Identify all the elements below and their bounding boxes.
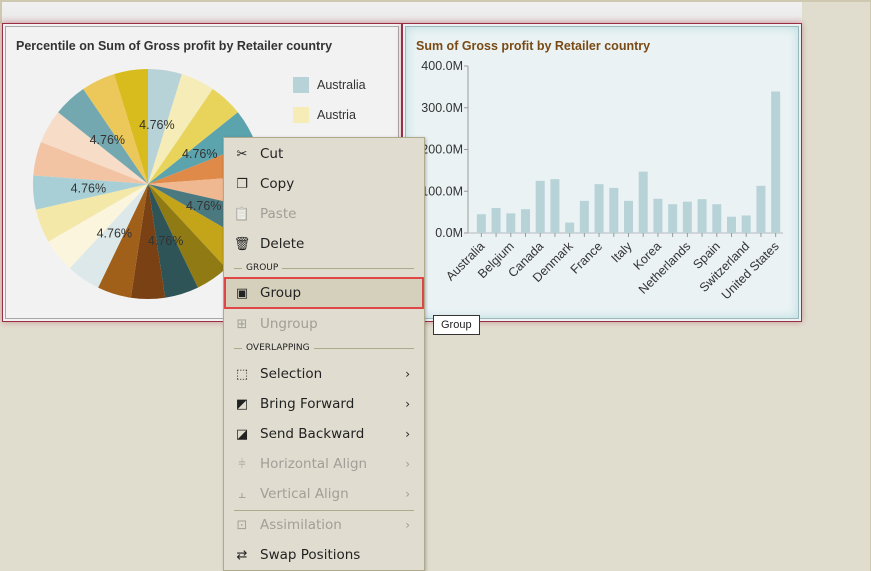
bar xyxy=(624,200,633,233)
section-header-overlapping: OVERLAPPING xyxy=(234,343,414,353)
bar xyxy=(550,179,560,233)
menu-label: Swap Positions xyxy=(260,547,361,563)
menu-label: Bring Forward xyxy=(260,396,355,412)
legend-swatch xyxy=(293,107,309,123)
copy-icon: ❐ xyxy=(236,176,248,192)
pie-data-label: 4.76% xyxy=(71,181,106,195)
menu-label: Paste xyxy=(260,206,297,222)
bar xyxy=(638,171,648,233)
menu-label: Selection xyxy=(260,366,323,382)
bar xyxy=(579,200,589,233)
bar xyxy=(682,201,692,233)
legend-label: Australia xyxy=(317,78,366,92)
menu-label: Group xyxy=(260,285,302,301)
bar-chart: 0.0M100.0M200.0M300.0M400.0MAustraliaBel… xyxy=(421,59,783,302)
chevron-right-icon: › xyxy=(405,367,410,381)
canvas-top-bar xyxy=(0,0,802,24)
chevron-right-icon: › xyxy=(405,487,410,501)
chevron-right-icon: › xyxy=(405,397,410,411)
menu-item-assimilation[interactable]: ⊡ Assimilation › xyxy=(224,510,424,540)
y-tick-label: 400.0M xyxy=(421,59,463,73)
pie-data-label: 4.76% xyxy=(186,199,221,213)
menu-item-horizontal-align[interactable]: ⫩ Horizontal Align › xyxy=(224,449,424,479)
chevron-right-icon: › xyxy=(405,457,410,471)
menu-item-vertical-align[interactable]: ⫠ Vertical Align › xyxy=(224,479,424,509)
bar xyxy=(594,184,604,233)
pie-data-label: 4.76% xyxy=(97,226,132,240)
menu-label: Send Backward xyxy=(260,426,365,442)
bar xyxy=(535,180,545,233)
menu-item-swap-positions[interactable]: ⇄ Swap Positions xyxy=(224,540,424,570)
menu-label: Cut xyxy=(260,146,284,162)
pie-data-label: 4.76% xyxy=(139,118,174,132)
assimilation-icon: ⊡ xyxy=(236,517,248,533)
bar-chart-widget[interactable]: Sum of Gross profit by Retailer country … xyxy=(402,23,802,322)
menu-label: Ungroup xyxy=(260,316,318,332)
tooltip: Group xyxy=(433,315,480,335)
context-menu: ✂ Cut ❐ Copy 📋 Paste 🗑 Delete GROUP ▣ Group ⊞… xyxy=(223,137,425,571)
pie-data-label: 4.76% xyxy=(148,234,183,248)
legend-item-austria[interactable]: Austria xyxy=(293,107,356,123)
swap-icon: ⇄ xyxy=(236,547,248,563)
ungroup-icon: ⊞ xyxy=(236,316,248,332)
bar xyxy=(771,91,781,233)
bar xyxy=(668,204,678,233)
section-header-group: GROUP xyxy=(234,263,414,273)
menu-label: Delete xyxy=(260,236,305,252)
menu-label: Vertical Align xyxy=(260,486,349,502)
menu-item-cut[interactable]: ✂ Cut xyxy=(224,139,424,169)
menu-item-group[interactable]: ▣ Group xyxy=(224,277,424,309)
menu-item-send-backward[interactable]: ◪ Send Backward › xyxy=(224,419,424,449)
bar xyxy=(565,222,575,233)
scissors-icon: ✂ xyxy=(236,146,248,162)
group-icon: ▣ xyxy=(235,285,249,301)
bar xyxy=(727,216,736,233)
menu-item-delete[interactable]: 🗑 Delete xyxy=(224,229,424,259)
bar xyxy=(697,199,707,233)
pie-data-label: 4.76% xyxy=(182,147,217,161)
legend-swatch xyxy=(293,77,309,93)
y-tick-label: 100.0M xyxy=(421,184,463,198)
send-backward-icon: ◪ xyxy=(235,426,249,442)
chevron-right-icon: › xyxy=(405,518,410,532)
vertical-align-icon: ⫠ xyxy=(238,486,246,502)
selection-icon: ⬚ xyxy=(235,366,249,382)
menu-item-copy[interactable]: ❐ Copy xyxy=(224,169,424,199)
legend-label: Austria xyxy=(317,108,356,122)
canvas-side-area xyxy=(802,0,871,571)
bar xyxy=(712,204,722,233)
bar xyxy=(653,198,663,233)
trash-icon: 🗑 xyxy=(233,236,251,252)
menu-item-ungroup[interactable]: ⊞ Ungroup xyxy=(224,309,424,339)
legend-item-australia[interactable]: Australia xyxy=(293,77,366,93)
bar xyxy=(609,187,619,233)
bar xyxy=(756,185,766,233)
bring-forward-icon: ◩ xyxy=(235,396,249,412)
bar xyxy=(491,207,501,233)
bar xyxy=(521,209,530,233)
y-tick-label: 300.0M xyxy=(421,101,463,115)
horizontal-align-icon: ⫩ xyxy=(238,456,246,472)
pie-data-label: 4.76% xyxy=(90,133,125,147)
menu-label: Copy xyxy=(260,176,295,192)
y-tick-label: 200.0M xyxy=(421,143,463,157)
menu-item-paste[interactable]: 📋 Paste xyxy=(224,199,424,229)
menu-item-bring-forward[interactable]: ◩ Bring Forward › xyxy=(224,389,424,419)
menu-item-selection[interactable]: ⬚ Selection › xyxy=(224,359,424,389)
menu-label: Assimilation xyxy=(260,517,342,533)
bar xyxy=(506,213,516,233)
chevron-right-icon: › xyxy=(405,427,410,441)
clipboard-icon: 📋 xyxy=(233,206,251,222)
x-tick-label: France xyxy=(568,239,605,276)
y-tick-label: 0.0M xyxy=(435,226,463,240)
bar xyxy=(741,215,751,233)
bar xyxy=(476,214,486,233)
menu-label: Horizontal Align xyxy=(260,456,368,472)
